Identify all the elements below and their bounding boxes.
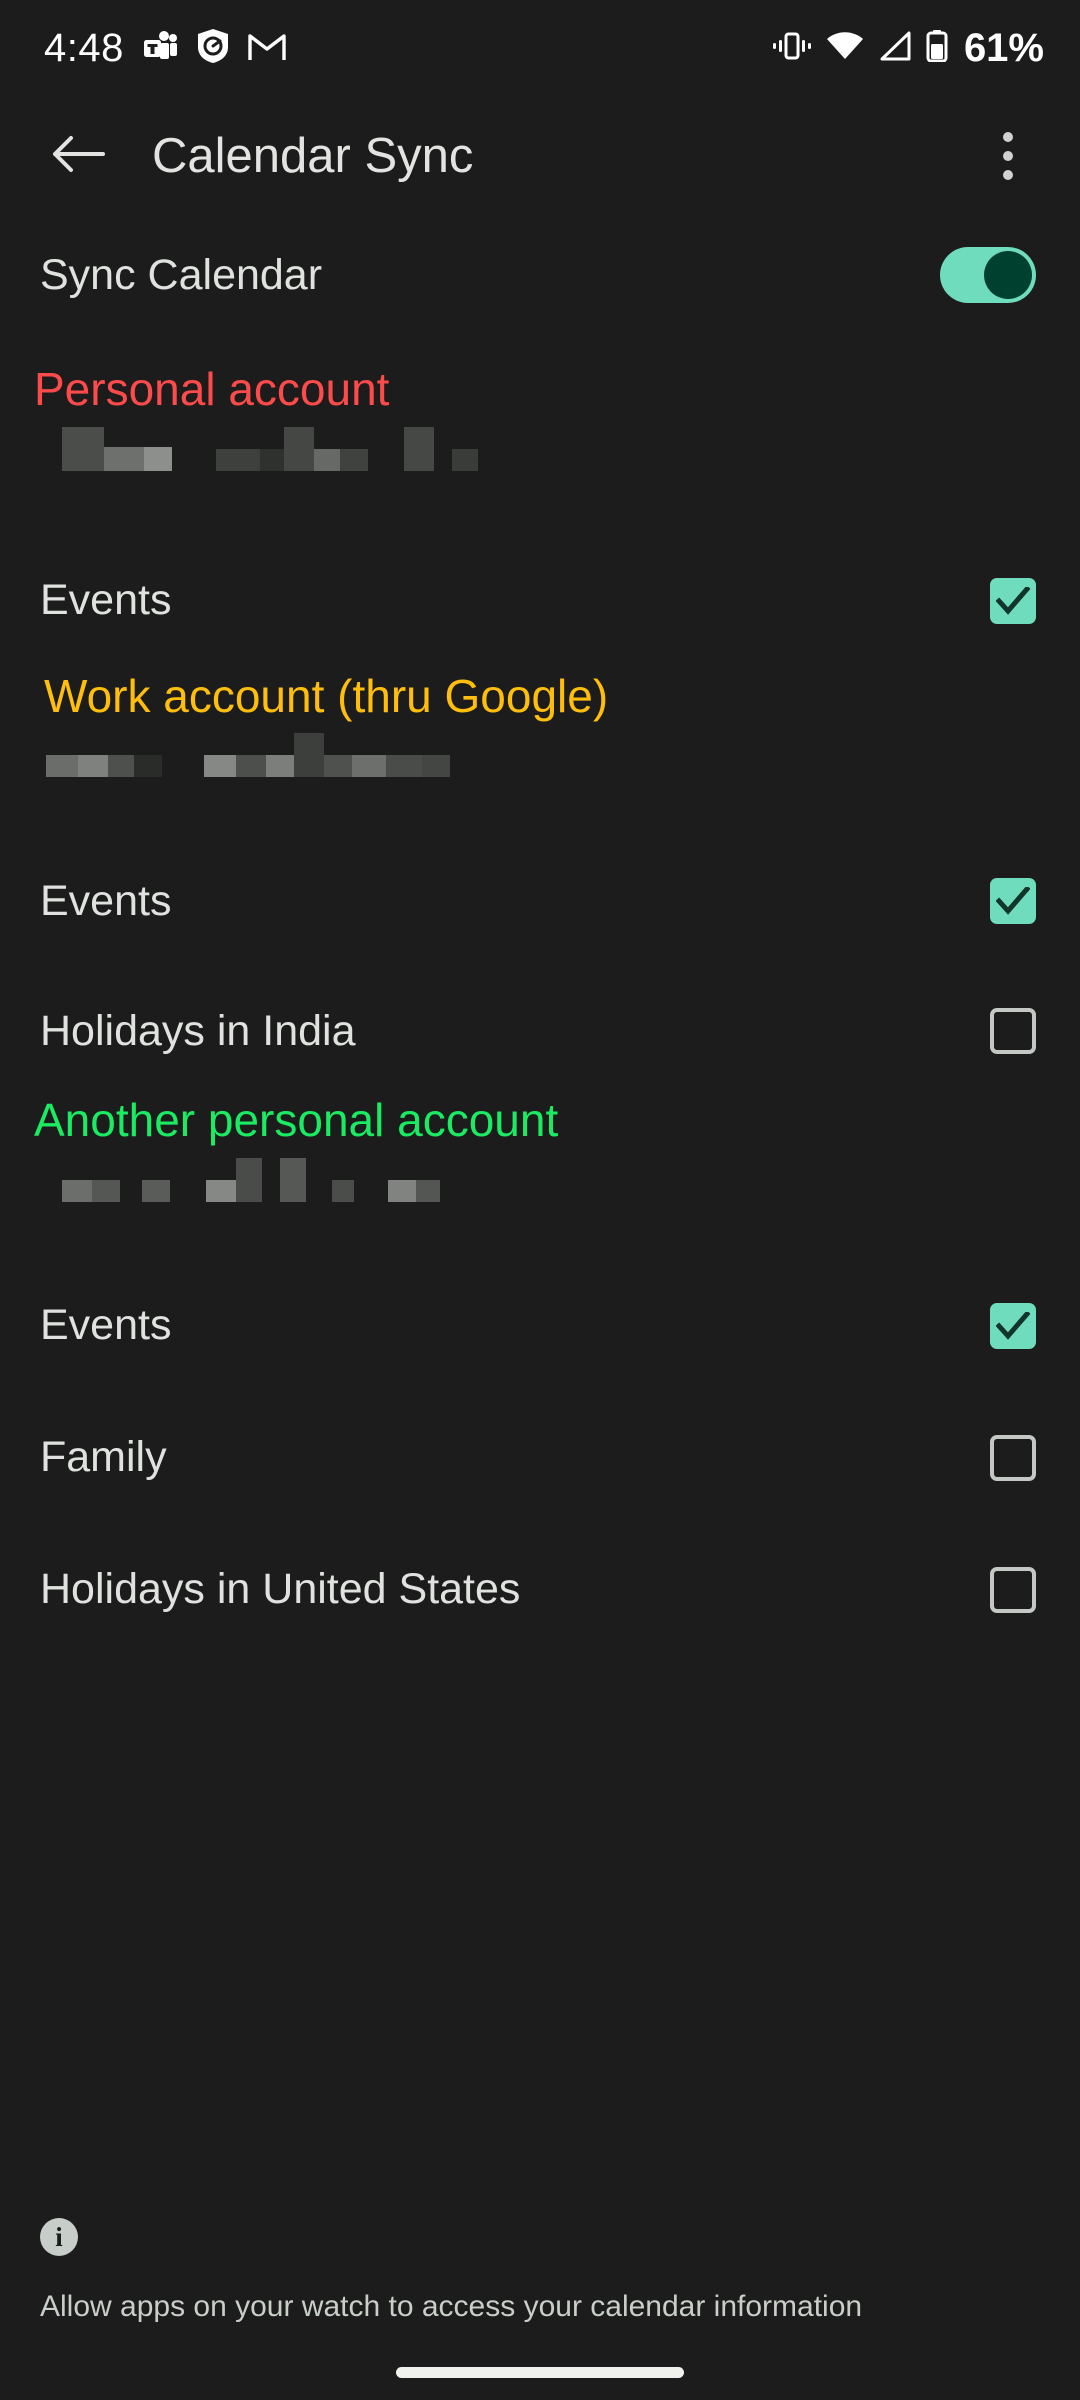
battery-icon [926, 29, 948, 67]
battery-percent-label: 61% [963, 26, 1044, 70]
back-button[interactable] [36, 114, 120, 198]
overflow-menu-icon [1003, 132, 1013, 180]
page-title: Calendar Sync [152, 129, 474, 183]
calendar-checkbox-unchecked[interactable] [990, 1434, 1036, 1481]
calendar-label: Holidays in India [40, 1006, 356, 1055]
back-arrow-icon [51, 132, 105, 181]
calendar-row-events-work[interactable]: Events [0, 855, 1080, 947]
account-header-work: Work account (thru Google) [0, 669, 1080, 778]
status-clock: 4:48 [44, 26, 124, 70]
footer-description: Allow apps on your watch to access your … [40, 2290, 863, 2323]
calendar-label: Family [40, 1433, 167, 1482]
overflow-menu-button[interactable] [966, 114, 1050, 198]
calendar-checkbox-checked[interactable] [990, 1302, 1036, 1349]
calendar-checkbox-unchecked[interactable] [990, 1008, 1036, 1055]
calendar-label: Events [40, 1301, 172, 1350]
app-bar: Calendar Sync [0, 96, 1080, 216]
teams-icon [142, 28, 178, 69]
sync-calendar-toggle[interactable] [940, 247, 1036, 303]
vibrate-icon [772, 31, 812, 66]
calendar-label: Events [40, 576, 172, 625]
sync-calendar-row[interactable]: Sync Calendar [0, 216, 1080, 334]
calendar-row-events-personal[interactable]: Events [0, 555, 1080, 647]
account-email-redacted [40, 426, 1040, 471]
calendar-row-family[interactable]: Family [0, 1412, 1080, 1504]
sync-calendar-label: Sync Calendar [40, 250, 323, 299]
status-bar-right: 61% [772, 28, 1044, 68]
gmail-icon [248, 30, 286, 67]
calendar-checkbox-unchecked[interactable] [990, 1566, 1036, 1613]
footer-note: i Allow apps on your watch to access you… [0, 2218, 1080, 2324]
account-name: Work account (thru Google) [44, 669, 609, 722]
shield-icon [196, 28, 230, 69]
status-bar-left: 4:48 [44, 28, 286, 69]
status-bar: 4:48 61% [0, 0, 1080, 96]
account-email-redacted [40, 733, 1040, 778]
cellular-signal-icon [878, 31, 912, 66]
phone-screen: 4:48 61% Calendar Sync Sync Calendar Per… [0, 0, 1080, 2400]
account-name: Another personal account [34, 1094, 559, 1147]
account-header-another-personal: Another personal account [0, 1095, 1080, 1202]
account-header-personal: Personal account [0, 364, 1080, 471]
calendar-checkbox-checked[interactable] [990, 878, 1036, 925]
account-name: Personal account [34, 363, 390, 415]
calendar-label: Holidays in United States [40, 1565, 521, 1614]
calendar-row-holidays-us[interactable]: Holidays in United States [0, 1544, 1080, 1636]
calendar-label: Events [40, 876, 172, 925]
calendar-row-holidays-india[interactable]: Holidays in India [0, 985, 1080, 1077]
toggle-knob [984, 251, 1032, 299]
gesture-nav-bar[interactable] [396, 2367, 684, 2378]
settings-list: Sync Calendar Personal account Events Wo… [0, 216, 1080, 1636]
info-icon: i [40, 2218, 78, 2256]
calendar-checkbox-checked[interactable] [990, 577, 1036, 624]
account-email-redacted [40, 1157, 1040, 1202]
calendar-row-events-another[interactable]: Events [0, 1280, 1080, 1372]
wifi-icon [826, 31, 864, 66]
